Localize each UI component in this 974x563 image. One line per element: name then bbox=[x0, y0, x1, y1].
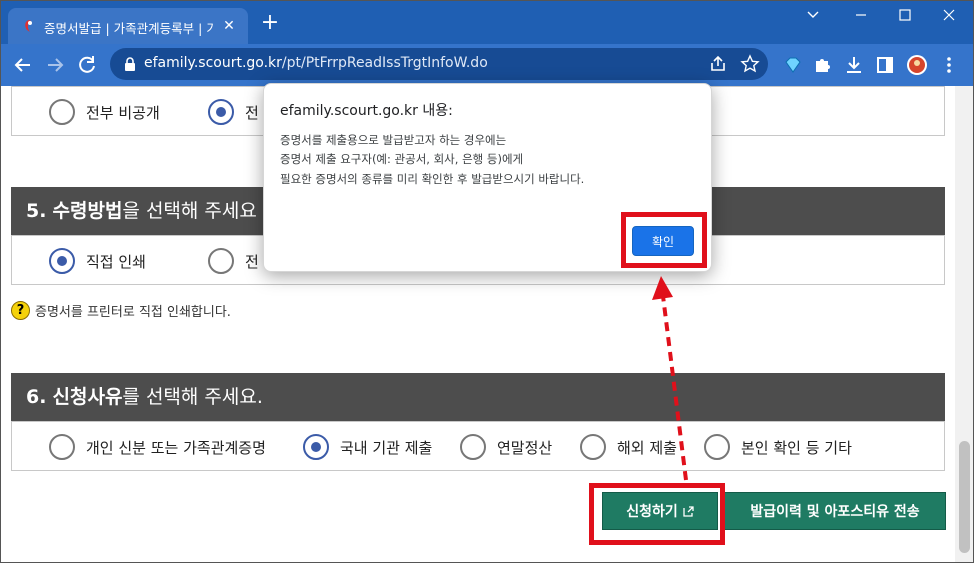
dialog-title: efamily.scourt.go.kr 내용: bbox=[280, 103, 453, 119]
help-note: ? 증명서를 프린터로 직접 인쇄합니다. bbox=[11, 301, 231, 320]
radio-label: 전부 비공개 bbox=[86, 103, 160, 122]
sidepanel-icon[interactable] bbox=[874, 54, 896, 76]
url-host: efamily.scourt.go.kr bbox=[144, 55, 282, 71]
section-6-number: 6. bbox=[26, 386, 47, 408]
lock-icon[interactable] bbox=[122, 56, 138, 72]
radio-option-domestic-agency[interactable]: 국내 기관 제출 bbox=[303, 433, 432, 461]
radio-button[interactable] bbox=[208, 248, 234, 274]
tab-search-chevron-icon[interactable] bbox=[798, 4, 828, 26]
tab-close-icon[interactable]: ✕ bbox=[220, 17, 238, 35]
dialog-message-line-3: 필요한 증명서의 종류를 미리 확인한 후 발급받으시기 바랍니다. bbox=[280, 172, 585, 186]
help-icon: ? bbox=[11, 301, 30, 320]
radio-label: 전 bbox=[245, 103, 259, 122]
radio-button[interactable] bbox=[460, 434, 486, 460]
radio-option-partial[interactable]: 전 bbox=[208, 98, 259, 126]
radio-label: 연말정산 bbox=[497, 438, 553, 457]
ok-button-highlight-box bbox=[621, 212, 707, 268]
radio-label: 해외 제출 bbox=[617, 438, 677, 457]
site-favicon-icon bbox=[25, 20, 32, 32]
radio-option-all-private[interactable]: 전부 비공개 bbox=[49, 98, 160, 126]
puzzle-extension-icon[interactable] bbox=[812, 54, 834, 76]
section-6-title-rest: 를 선택해 주세요. bbox=[122, 386, 263, 408]
new-tab-button[interactable]: + bbox=[258, 12, 282, 36]
radio-button-selected[interactable] bbox=[49, 248, 75, 274]
download-icon[interactable] bbox=[843, 54, 865, 76]
minimize-icon[interactable] bbox=[846, 4, 876, 26]
radio-option-electronic[interactable]: 전 bbox=[208, 247, 259, 275]
help-text: 증명서를 프린터로 직접 인쇄합니다. bbox=[35, 305, 231, 320]
section-6-title-bold: 신청사유 bbox=[52, 386, 123, 408]
diamond-extension-icon[interactable] bbox=[782, 54, 804, 76]
radio-option-year-end-tax[interactable]: 연말정산 bbox=[460, 433, 552, 461]
radio-option-overseas[interactable]: 해외 제출 bbox=[580, 433, 677, 461]
radio-label: 직접 인쇄 bbox=[86, 252, 146, 271]
radio-label: 개인 신분 또는 가족관계증명 bbox=[86, 438, 266, 457]
radio-button[interactable] bbox=[580, 434, 606, 460]
apply-button-highlight-box bbox=[589, 483, 725, 545]
section-5-title-rest: 을 선택해 주세요 bbox=[122, 200, 257, 222]
url-text[interactable]: efamily.scourt.go.kr/pt/PtFrrpReadIssTrg… bbox=[144, 55, 488, 71]
close-window-icon[interactable] bbox=[934, 4, 964, 26]
radio-label: 전 bbox=[245, 252, 259, 271]
radio-label: 본인 확인 등 기타 bbox=[741, 438, 852, 457]
url-path: /pt/PtFrrpReadIssTrgtInfoW.do bbox=[281, 55, 488, 71]
radio-option-direct-print[interactable]: 직접 인쇄 bbox=[49, 247, 146, 275]
browser-tab[interactable]: 증명서발급 | 가족관계등록부 | 가족관계 ✕ bbox=[8, 8, 248, 44]
dialog-message-line-2: 증명서 제출 요구자(예: 관공서, 회사, 은행 등)에게 bbox=[280, 152, 524, 166]
kebab-menu-icon[interactable] bbox=[938, 54, 960, 76]
reason-options-box: 개인 신분 또는 가족관계증명 국내 기관 제출 연말정산 해외 제출 본인 확… bbox=[11, 421, 945, 471]
back-arrow-icon[interactable] bbox=[11, 53, 35, 77]
section-5-number: 5. bbox=[26, 200, 47, 222]
issuance-history-apostille-button[interactable]: 발급이력 및 아포스티유 전송 bbox=[724, 492, 946, 530]
tab-title: 증명서발급 | 가족관계등록부 | 가족관계 bbox=[44, 21, 214, 36]
radio-option-other[interactable]: 본인 확인 등 기타 bbox=[704, 433, 852, 461]
profile-avatar-icon[interactable] bbox=[906, 54, 928, 76]
history-button-label: 발급이력 및 아포스티유 전송 bbox=[750, 504, 920, 520]
section-6-header: 6. 신청사유를 선택해 주세요. bbox=[11, 373, 945, 421]
scrollbar-thumb[interactable] bbox=[959, 441, 970, 553]
radio-button[interactable] bbox=[704, 434, 730, 460]
section-5-title-bold: 수령방법 bbox=[52, 200, 123, 222]
maximize-icon[interactable] bbox=[890, 4, 920, 26]
star-icon[interactable] bbox=[740, 54, 760, 74]
title-bar: 증명서발급 | 가족관계등록부 | 가족관계 ✕ + bbox=[0, 0, 974, 44]
radio-button-selected[interactable] bbox=[208, 99, 234, 125]
radio-button[interactable] bbox=[49, 99, 75, 125]
radio-button[interactable] bbox=[49, 434, 75, 460]
radio-button-selected[interactable] bbox=[303, 434, 329, 460]
dialog-message-line-1: 증명서를 제출용으로 발급받고자 하는 경우에는 bbox=[280, 133, 507, 147]
radio-label: 국내 기관 제출 bbox=[340, 438, 433, 457]
share-icon[interactable] bbox=[708, 54, 728, 74]
radio-option-personal-id[interactable]: 개인 신분 또는 가족관계증명 bbox=[49, 433, 266, 461]
forward-arrow-icon[interactable] bbox=[43, 53, 67, 77]
reload-icon[interactable] bbox=[75, 53, 99, 77]
address-bar[interactable]: efamily.scourt.go.kr/pt/PtFrrpReadIssTrg… bbox=[110, 48, 768, 80]
